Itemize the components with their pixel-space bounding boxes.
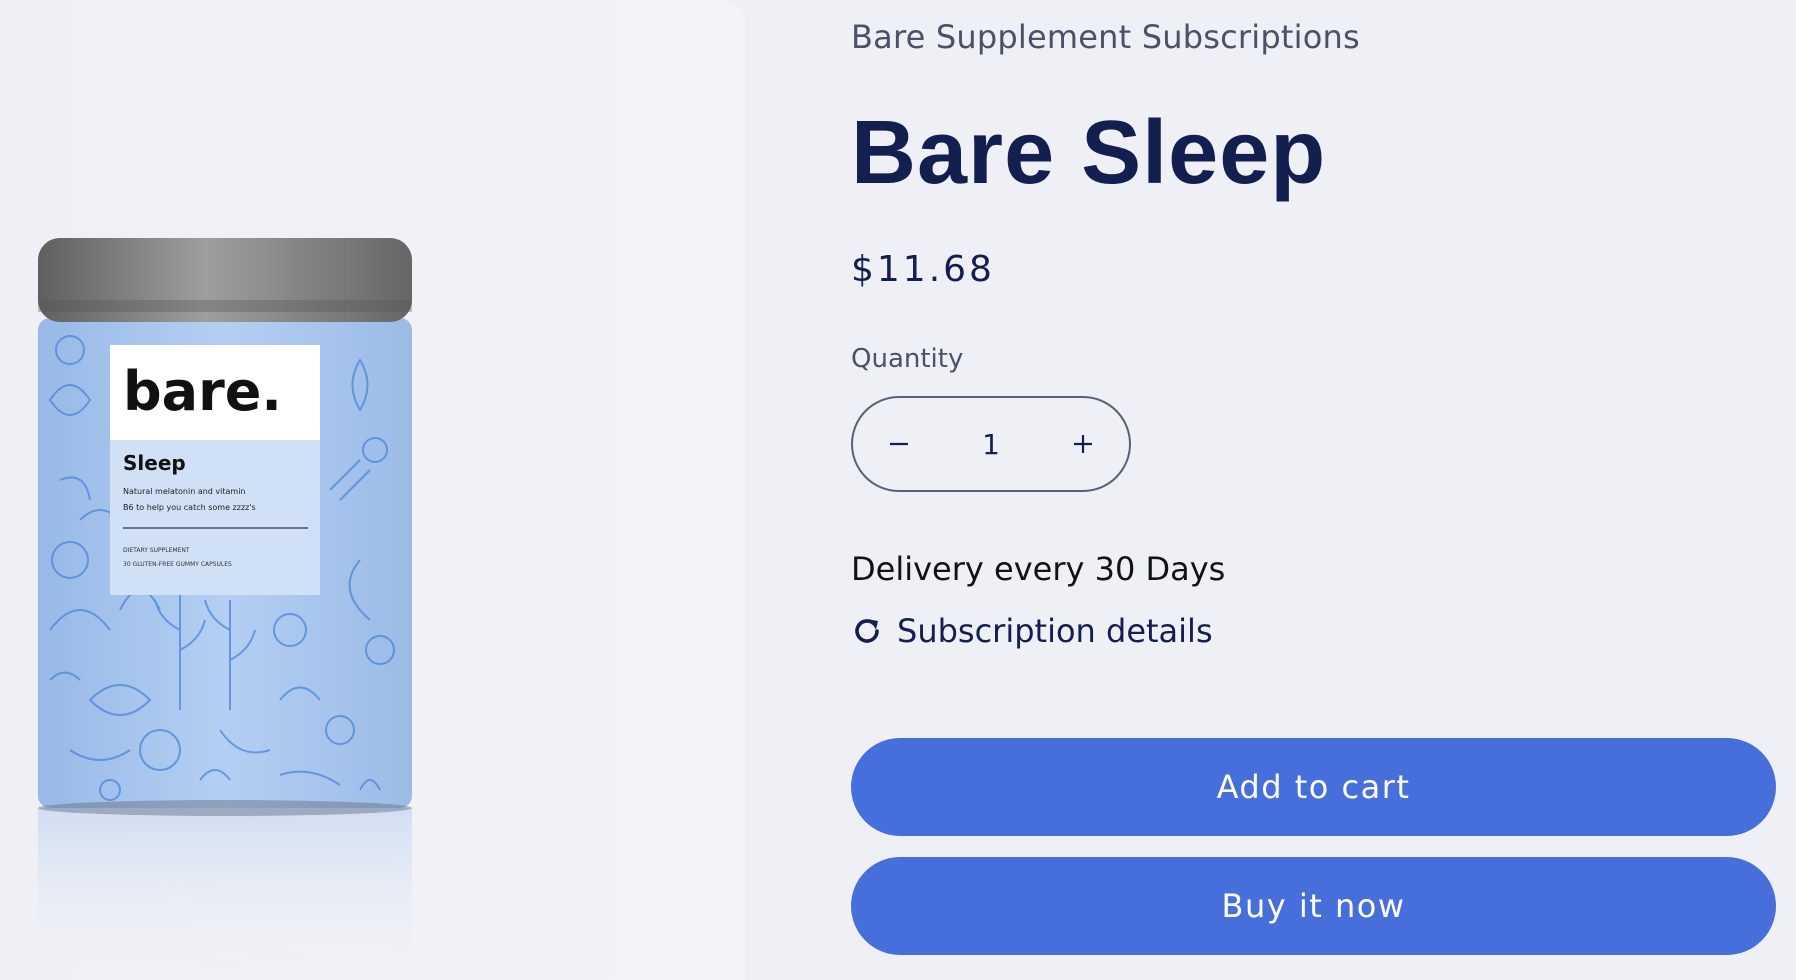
minus-icon	[890, 442, 908, 446]
product-vendor: Bare Supplement Subscriptions	[851, 18, 1360, 56]
quantity-stepper	[851, 396, 1131, 492]
decrease-quantity-button[interactable]	[853, 398, 945, 490]
can-brand-text: bare.	[123, 360, 282, 423]
product-info: Bare Supplement Subscriptions Bare Sleep…	[851, 0, 1776, 980]
refresh-icon	[855, 619, 879, 643]
subscription-details-label: Subscription details	[897, 612, 1213, 650]
add-to-cart-button[interactable]: Add to cart	[851, 738, 1776, 836]
plus-icon	[1074, 435, 1092, 453]
delivery-frequency: Delivery every 30 Days	[851, 550, 1226, 588]
product-title: Bare Sleep	[851, 103, 1327, 203]
quantity-label: Quantity	[851, 344, 964, 374]
subscription-details-link[interactable]: Subscription details	[851, 612, 1213, 650]
product-media-panel: bare. Sleep Natural melatonin and vitami…	[0, 0, 745, 980]
quantity-input[interactable]	[949, 426, 1033, 462]
can-tagline-1: Natural melatonin and vitamin	[123, 487, 246, 496]
can-product-text: Sleep	[123, 451, 186, 475]
can-fine-print-1: DIETARY SUPPLEMENT	[123, 547, 190, 554]
increase-quantity-button[interactable]	[1037, 398, 1129, 490]
product-image: bare. Sleep Natural melatonin and vitami…	[38, 238, 412, 980]
can-fine-print-2: 30 GLUTEN-FREE GUMMY CAPSULES	[123, 561, 232, 568]
product-price: $11.68	[851, 249, 995, 290]
can-tagline-2: B6 to help you catch some zzzz's	[123, 503, 256, 512]
buy-now-button[interactable]: Buy it now	[851, 857, 1776, 955]
